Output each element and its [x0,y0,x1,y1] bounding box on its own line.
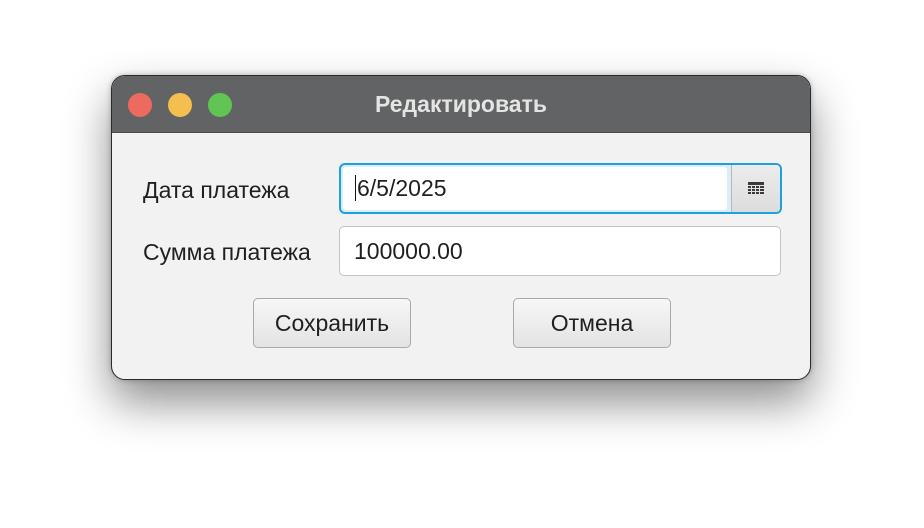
desktop: Редактировать Дата платежа 6/5/2025 Сумм… [0,0,924,528]
payment-amount-input[interactable]: 100000.00 [339,226,781,276]
title-bar[interactable]: Редактировать [112,76,810,133]
cancel-button[interactable]: Отмена [513,298,671,348]
text-caret [355,174,356,201]
calendar-button[interactable] [731,165,780,212]
payment-date-value: 6/5/2025 [357,175,447,201]
payment-date-label: Дата платежа [143,177,290,203]
calendar-icon [748,182,764,194]
payment-date-input[interactable]: 6/5/2025 [343,167,727,210]
edit-dialog-window: Редактировать Дата платежа 6/5/2025 Сумм… [111,75,811,380]
payment-amount-label: Сумма платежа [143,239,311,265]
save-button[interactable]: Сохранить [253,298,411,348]
window-title: Редактировать [375,91,547,117]
payment-date-picker[interactable]: 6/5/2025 [339,163,782,214]
